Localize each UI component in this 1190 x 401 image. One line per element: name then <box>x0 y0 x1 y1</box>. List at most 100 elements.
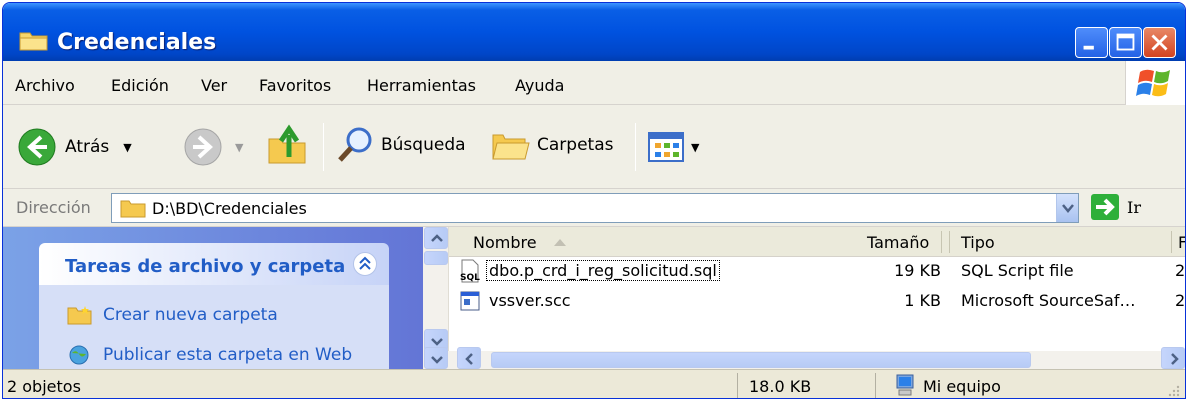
file-type: SQL Script file <box>961 261 1074 280</box>
scroll-right-button[interactable] <box>1161 347 1185 369</box>
collapse-button[interactable] <box>353 252 377 276</box>
maximize-button[interactable] <box>1109 27 1142 58</box>
file-size: 19 KB <box>894 261 941 280</box>
folders-button[interactable]: Carpetas <box>489 125 613 165</box>
sql-file-icon: SQL <box>460 259 480 283</box>
close-icon <box>1151 34 1168 51</box>
status-location: Mi equipo <box>923 377 1001 396</box>
status-size: 18.0 KB <box>749 377 812 396</box>
menu-archivo[interactable]: Archivo <box>15 76 75 95</box>
task-box-body: Crear nueva carpeta Publicar esta carpet… <box>39 285 389 369</box>
menu-edicion[interactable]: Edición <box>111 76 169 95</box>
file-date: 2 <box>1175 291 1186 310</box>
double-chevron-up-icon <box>359 256 371 270</box>
column-header-row: Nombre Tamaño Tipo F <box>449 227 1185 257</box>
address-input[interactable]: D:\BD\Credenciales <box>111 193 1079 223</box>
views-button[interactable]: ▼ <box>647 131 699 163</box>
menu-favoritos[interactable]: Favoritos <box>259 76 331 95</box>
back-icon <box>18 128 56 166</box>
task-link-publish-web[interactable]: Publicar esta carpeta en Web <box>103 345 352 365</box>
address-label: Dirección <box>16 198 91 217</box>
close-button[interactable] <box>1143 27 1176 58</box>
folders-label: Carpetas <box>537 135 614 155</box>
status-object-count: 2 objetos <box>7 377 81 396</box>
chevron-up-icon <box>431 234 443 242</box>
file-size: 1 KB <box>904 291 941 310</box>
column-header-size[interactable]: Tamaño <box>867 233 929 252</box>
up-folder-icon <box>268 124 306 164</box>
search-label: Búsqueda <box>381 135 466 155</box>
file-name: vssver.scc <box>489 291 571 310</box>
file-date: 2 <box>1175 261 1186 280</box>
status-separator <box>875 373 876 398</box>
task-link-new-folder[interactable]: Crear nueva carpeta <box>103 305 278 325</box>
address-path: D:\BD\Credenciales <box>152 199 307 218</box>
table-row[interactable]: vssver.scc 1 KB Microsoft SourceSaf… 2 <box>453 287 1186 315</box>
new-folder-icon <box>67 306 92 325</box>
scroll-up-button[interactable] <box>424 227 448 249</box>
resize-grip-icon[interactable] <box>1165 382 1181 398</box>
scroll-left-button[interactable] <box>457 347 481 369</box>
go-arrow-icon <box>1096 198 1115 216</box>
forward-dropdown-icon[interactable]: ▼ <box>235 141 243 154</box>
minimize-button[interactable] <box>1075 27 1108 58</box>
task-box-header[interactable]: Tareas de archivo y carpeta <box>39 243 389 285</box>
address-dropdown-button[interactable] <box>1056 194 1078 222</box>
sort-ascending-icon <box>554 239 566 246</box>
toolbar-separator <box>635 123 636 171</box>
horizontal-scroll-thumb[interactable] <box>491 352 1031 368</box>
views-icon <box>648 132 684 162</box>
svg-text:SQL: SQL <box>460 273 480 283</box>
go-button[interactable] <box>1091 194 1119 220</box>
column-header-name[interactable]: Nombre <box>473 233 537 252</box>
chevron-right-icon <box>1171 353 1179 365</box>
folder-icon <box>120 200 146 218</box>
task-box: Tareas de archivo y carpeta Crear nueva … <box>39 243 389 369</box>
computer-icon <box>896 374 914 396</box>
toolbar: Atrás ▼ ▼ Búsqueda Carpetas ▼ <box>3 105 1185 189</box>
windows-logo <box>1125 61 1185 105</box>
status-separator <box>737 373 738 398</box>
address-bar: Dirección D:\BD\Credenciales Ir <box>3 189 1185 227</box>
forward-icon <box>184 128 222 166</box>
scroll-thumb[interactable] <box>424 251 448 265</box>
chevron-left-icon <box>465 353 473 365</box>
maximize-icon <box>1116 33 1135 51</box>
folder-icon <box>19 32 48 51</box>
status-bar: 2 objetos 18.0 KB Mi equipo <box>3 369 1185 398</box>
horizontal-scrollbar[interactable] <box>423 347 1185 369</box>
explorer-window: Credenciales Archivo Edición Ver Favorit… <box>2 2 1186 399</box>
chevron-down-icon <box>431 356 443 364</box>
menu-bar: Archivo Edición Ver Favoritos Herramient… <box>3 61 1185 105</box>
file-list: Nombre Tamaño Tipo F SQL dbo.p_crd_i_reg… <box>423 227 1186 369</box>
column-header-date[interactable]: F <box>1178 233 1185 252</box>
table-row[interactable]: SQL dbo.p_crd_i_reg_solicitud.sql 19 KB … <box>453 257 1186 285</box>
chevron-down-icon <box>1062 204 1074 213</box>
back-button[interactable]: Atrás ▼ <box>17 127 132 167</box>
menu-ver[interactable]: Ver <box>201 76 227 95</box>
toolbar-separator <box>323 123 324 171</box>
window-title: Credenciales <box>57 30 217 55</box>
menu-herramientas[interactable]: Herramientas <box>367 76 476 95</box>
minimize-icon <box>1083 45 1094 50</box>
folders-icon <box>492 134 530 160</box>
publish-web-icon <box>69 345 89 365</box>
column-separator[interactable] <box>949 231 950 253</box>
menu-ayuda[interactable]: Ayuda <box>515 76 564 95</box>
file-name: dbo.p_crd_i_reg_solicitud.sql <box>486 260 720 281</box>
column-separator[interactable] <box>941 231 942 253</box>
task-pane: Tareas de archivo y carpeta Crear nueva … <box>3 227 423 369</box>
forward-button[interactable]: ▼ <box>183 127 243 167</box>
vertical-scrollbar[interactable] <box>423 227 449 351</box>
back-dropdown-icon[interactable]: ▼ <box>123 141 131 154</box>
column-header-type[interactable]: Tipo <box>961 233 995 252</box>
views-dropdown-icon[interactable]: ▼ <box>691 141 699 154</box>
back-label: Atrás <box>65 137 110 157</box>
scroll-down-button[interactable] <box>424 347 448 369</box>
task-box-title: Tareas de archivo y carpeta <box>65 256 346 277</box>
go-label[interactable]: Ir <box>1127 198 1141 217</box>
search-button[interactable]: Búsqueda <box>335 125 466 165</box>
up-folder-button[interactable] <box>265 123 309 167</box>
column-separator[interactable] <box>1171 231 1172 253</box>
title-bar[interactable]: Credenciales <box>3 3 1185 61</box>
